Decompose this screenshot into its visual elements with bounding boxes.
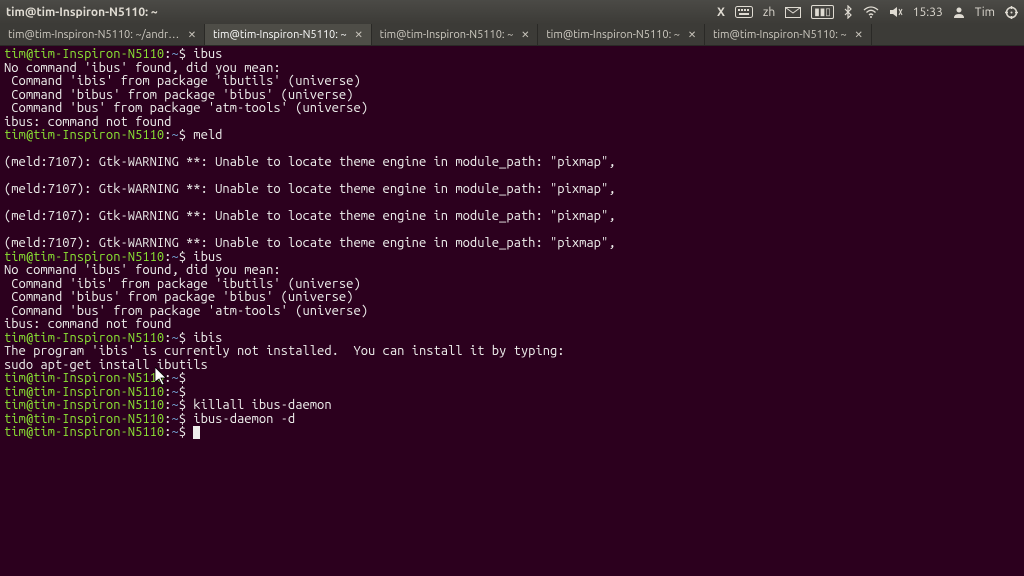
- close-icon[interactable]: ✕: [353, 29, 365, 41]
- bluetooth-icon[interactable]: [844, 5, 853, 19]
- terminal-line: [4, 224, 1020, 238]
- terminal-line: tim@tim-Inspiron-N5110:~$ ibis: [4, 332, 1020, 346]
- prompt-path: ~: [171, 128, 178, 142]
- keyboard-icon[interactable]: [735, 6, 753, 18]
- tab-label: tim@tim-Inspiron-N5110: ~: [713, 29, 847, 41]
- terminal-line: (meld:7107): Gtk-WARNING **: Unable to l…: [4, 210, 1020, 224]
- terminal-line: (meld:7107): Gtk-WARNING **: Unable to l…: [4, 156, 1020, 170]
- window-title: tim@tim-Inspiron-N5110: ~: [6, 6, 158, 19]
- battery-icon[interactable]: ▮▮▯: [811, 5, 834, 19]
- terminal-line: (meld:7107): Gtk-WARNING **: Unable to l…: [4, 237, 1020, 251]
- session-icon[interactable]: [1005, 6, 1018, 19]
- prompt-path: ~: [171, 412, 178, 426]
- terminal-area[interactable]: tim@tim-Inspiron-N5110:~$ ibusNo command…: [0, 46, 1024, 576]
- tab-label: tim@tim-Inspiron-N5110: ~: [380, 29, 514, 41]
- prompt-path: ~: [171, 250, 178, 264]
- prompt-userhost: tim@tim-Inspiron-N5110: [4, 412, 164, 426]
- terminal-line: Command 'ibis' from package 'ibutils' (u…: [4, 278, 1020, 292]
- terminal-tab-bar: tim@tim-Inspiron-N5110: ~/andro...✕tim@t…: [0, 24, 1024, 46]
- prompt-userhost: tim@tim-Inspiron-N5110: [4, 385, 164, 399]
- command-text: meld: [193, 128, 222, 142]
- prompt-userhost: tim@tim-Inspiron-N5110: [4, 398, 164, 412]
- terminal-line: Command 'bibus' from package 'bibus' (un…: [4, 89, 1020, 103]
- prompt-userhost: tim@tim-Inspiron-N5110: [4, 425, 164, 439]
- terminal-line: No command 'ibus' found, did you mean:: [4, 264, 1020, 278]
- sound-icon[interactable]: [889, 6, 903, 18]
- prompt-userhost: tim@tim-Inspiron-N5110: [4, 47, 164, 61]
- user-name[interactable]: Tim: [975, 6, 995, 19]
- terminal-line: tim@tim-Inspiron-N5110:~$ ibus: [4, 48, 1020, 62]
- terminal-line: Command 'bibus' from package 'bibus' (un…: [4, 291, 1020, 305]
- command-text: killall ibus-daemon: [193, 398, 331, 412]
- terminal-cursor: [193, 426, 200, 439]
- terminal-tab-0[interactable]: tim@tim-Inspiron-N5110: ~/andro... ✕: [0, 24, 205, 45]
- top-menubar: tim@tim-Inspiron-N5110: ~ X zh ▮▮▯ 15:33…: [0, 0, 1024, 24]
- prompt-userhost: tim@tim-Inspiron-N5110: [4, 331, 164, 345]
- command-text: ibus: [193, 250, 222, 264]
- terminal-line: No command 'ibus' found, did you mean:: [4, 62, 1020, 76]
- command-text: ibis: [193, 331, 222, 345]
- terminal-tab-3[interactable]: tim@tim-Inspiron-N5110: ~ ✕: [538, 24, 705, 45]
- terminal-tab-2[interactable]: tim@tim-Inspiron-N5110: ~ ✕: [372, 24, 539, 45]
- terminal-tab-4[interactable]: tim@tim-Inspiron-N5110: ~ ✕: [705, 24, 872, 45]
- prompt-userhost: tim@tim-Inspiron-N5110: [4, 250, 164, 264]
- close-icon[interactable]: ✕: [186, 29, 198, 41]
- terminal-line: (meld:7107): Gtk-WARNING **: Unable to l…: [4, 183, 1020, 197]
- prompt-path: ~: [171, 385, 178, 399]
- terminal-line: tim@tim-Inspiron-N5110:~$: [4, 426, 1020, 440]
- terminal-tab-1[interactable]: tim@tim-Inspiron-N5110: ~ ✕: [205, 24, 372, 45]
- terminal-line: [4, 143, 1020, 157]
- terminal-line: tim@tim-Inspiron-N5110:~$: [4, 372, 1020, 386]
- prompt-path: ~: [171, 425, 178, 439]
- prompt-path: ~: [171, 47, 178, 61]
- terminal-line: Command 'bus' from package 'atm-tools' (…: [4, 305, 1020, 319]
- close-icon[interactable]: ✕: [853, 29, 865, 41]
- indicator-area: X zh ▮▮▯ 15:33 Tim: [717, 5, 1018, 19]
- terminal-line: tim@tim-Inspiron-N5110:~$ ibus: [4, 251, 1020, 265]
- command-text: ibus: [193, 47, 222, 61]
- wifi-icon[interactable]: [863, 6, 879, 18]
- prompt-path: ~: [171, 398, 178, 412]
- close-icon[interactable]: ✕: [519, 29, 531, 41]
- terminal-line: [4, 197, 1020, 211]
- terminal-line: tim@tim-Inspiron-N5110:~$ meld: [4, 129, 1020, 143]
- terminal-line: ibus: command not found: [4, 116, 1020, 130]
- terminal-line: [4, 170, 1020, 184]
- input-method-indicator[interactable]: zh: [763, 6, 775, 19]
- alert-icon[interactable]: X: [717, 6, 725, 19]
- prompt-path: ~: [171, 331, 178, 345]
- mail-icon[interactable]: [785, 7, 801, 18]
- terminal-line: The program 'ibis' is currently not inst…: [4, 345, 1020, 359]
- terminal-line: ibus: command not found: [4, 318, 1020, 332]
- terminal-line: Command 'ibis' from package 'ibutils' (u…: [4, 75, 1020, 89]
- terminal-line: sudo apt-get install ibutils: [4, 359, 1020, 373]
- prompt-userhost: tim@tim-Inspiron-N5110: [4, 371, 164, 385]
- user-icon[interactable]: [953, 6, 965, 18]
- clock[interactable]: 15:33: [913, 6, 943, 19]
- terminal-line: tim@tim-Inspiron-N5110:~$ killall ibus-d…: [4, 399, 1020, 413]
- terminal-line: Command 'bus' from package 'atm-tools' (…: [4, 102, 1020, 116]
- terminal-line: tim@tim-Inspiron-N5110:~$ ibus-daemon -d: [4, 413, 1020, 427]
- close-icon[interactable]: ✕: [686, 29, 698, 41]
- command-text: ibus-daemon -d: [193, 412, 295, 426]
- tab-label: tim@tim-Inspiron-N5110: ~: [213, 29, 347, 41]
- prompt-userhost: tim@tim-Inspiron-N5110: [4, 128, 164, 142]
- tab-label: tim@tim-Inspiron-N5110: ~/andro...: [8, 29, 180, 41]
- tab-label: tim@tim-Inspiron-N5110: ~: [546, 29, 680, 41]
- prompt-path: ~: [171, 371, 178, 385]
- terminal-line: tim@tim-Inspiron-N5110:~$: [4, 386, 1020, 400]
